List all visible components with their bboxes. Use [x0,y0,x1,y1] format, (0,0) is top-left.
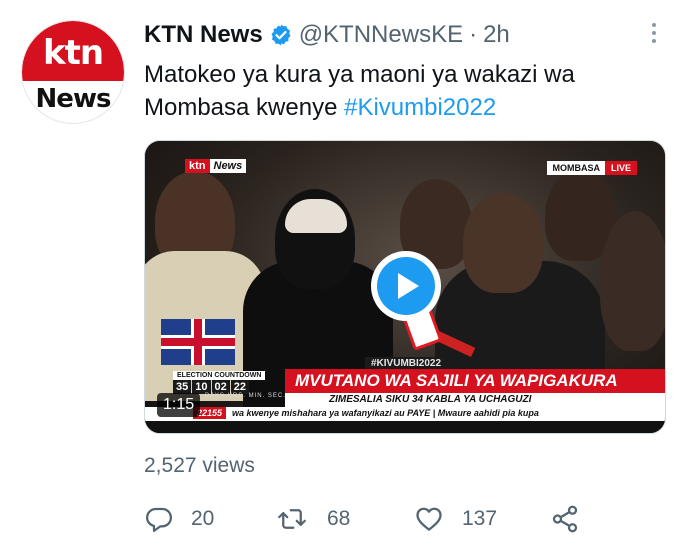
location-label: MOMBASA [547,161,605,175]
ticker-bottom-strip [145,421,665,433]
election-countdown: 35 10 02 22 [173,380,249,394]
avatar-logo-top: ktn [42,33,104,73]
countdown-hours: 10 [192,380,211,394]
like-count: 137 [462,507,498,530]
channel-logo: ktn News [185,159,247,173]
separator-dot: · [469,21,478,48]
tweet-header: KTN News @KTNNewsKE · 2h [144,20,510,50]
more-dot [652,39,656,43]
like-icon [416,507,442,531]
play-icon-circle [377,257,435,315]
play-button[interactable] [371,251,441,321]
news-ticker: 22155 wa kwenye mishahara ya wafanyikazi … [145,407,665,421]
video-duration: 1:15 [157,393,201,417]
live-label: LIVE [604,161,637,175]
avatar-logo-bottom: News [35,84,112,114]
ticker-text: wa kwenye mishahara ya wafanyikazi au PA… [232,408,539,418]
ktn-news-avatar[interactable]: ktn News [21,20,125,124]
reply-icon [146,507,172,532]
hashtag-link[interactable]: #Kivumbi2022 [344,94,496,121]
verified-badge-icon [271,24,291,46]
reply-button[interactable]: 20 [144,504,214,534]
share-button[interactable] [550,504,580,534]
share-icon [552,505,578,533]
countdown-days: 35 [173,380,192,394]
view-count[interactable]: 2,527 views [144,454,255,478]
more-options-icon[interactable] [641,20,667,46]
retweet-icon [278,509,306,529]
play-icon [398,273,419,299]
video-person [600,211,665,351]
more-dot [652,31,656,35]
video-player[interactable]: ktn News MOMBASA LIVE #KIVUMBI2022 ELECT… [144,140,666,434]
live-badge: MOMBASA LIVE [547,161,637,175]
author-name[interactable]: KTN News [144,21,263,49]
retweet-count: 68 [327,507,351,530]
retweet-button[interactable]: 68 [277,504,350,534]
more-dot [652,23,656,27]
lower-third-headline: MVUTANO WA SAJILI YA WAPIGAKURA [285,369,665,393]
channel-logo-ktn: ktn [185,159,210,173]
headscarf [285,199,347,233]
author-handle[interactable]: @KTNNewsKE [299,21,463,49]
countdown-label: ELECTION COUNTDOWN [173,371,266,380]
tweet-text: Matokeo ya kura ya maoni ya wakazi wa Mo… [144,58,674,124]
channel-logo-news: News [209,159,247,173]
countdown-units: DAYS HRS. MIN. SEC. [205,393,286,399]
union-jack-shirt-print [161,319,235,365]
video-person [463,193,543,293]
lower-third-subline: ZIMESALIA SIKU 34 KABLA YA UCHAGUZI [285,393,665,407]
like-button[interactable]: 137 [414,504,497,534]
tweet-time[interactable]: 2h [483,21,510,49]
countdown-seconds: 22 [230,380,249,394]
countdown-minutes: 02 [211,380,230,394]
reply-count: 20 [191,507,215,530]
